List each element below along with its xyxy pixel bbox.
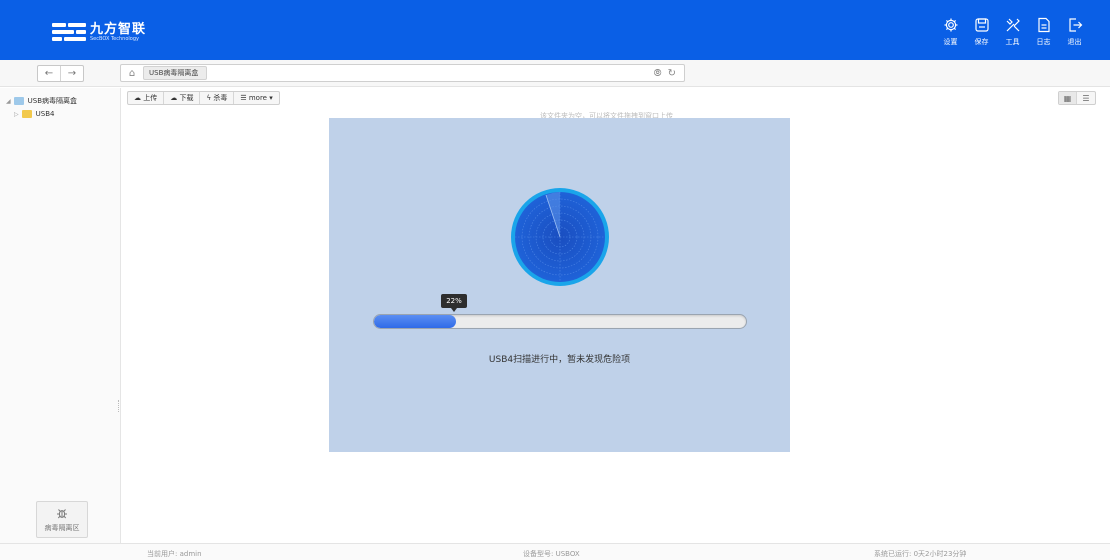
logo-mark-icon bbox=[52, 21, 86, 43]
device-model: 设备型号: USBOX bbox=[523, 550, 580, 558]
tree-item-root[interactable]: ◢ USB病毒隔离盒 bbox=[6, 96, 77, 106]
breadcrumb[interactable]: USB病毒隔离盒 bbox=[143, 66, 208, 80]
tree-item-usb4[interactable]: ▷ USB4 bbox=[14, 110, 54, 118]
tools-button[interactable]: 工具 bbox=[997, 17, 1028, 47]
logo: 九方智联 SecBOX Technology bbox=[52, 20, 162, 44]
address-row: ← → ⌂ USB病毒隔离盒 ⦾ ↻ bbox=[0, 60, 1110, 87]
scan-status-text: USB4扫描进行中，暂未发现危险项 bbox=[488, 355, 631, 365]
kill-label: 杀毒 bbox=[213, 94, 228, 102]
radar-scan-icon bbox=[511, 188, 609, 286]
bolt-icon: ϟ bbox=[206, 94, 212, 102]
tree-item-label: USB病毒隔离盒 bbox=[27, 97, 77, 105]
usb-box-icon bbox=[13, 97, 24, 105]
file-toolbar: ☁ 上传 ☁ 下载 ϟ 杀毒 ☰ more ▾ bbox=[127, 91, 280, 105]
tools-label: 工具 bbox=[1005, 38, 1020, 46]
save-icon bbox=[974, 18, 989, 32]
tree-item-label: USB4 bbox=[35, 110, 55, 118]
more-dropdown[interactable]: ☰ more ▾ bbox=[234, 92, 278, 104]
log-label: 日志 bbox=[1036, 38, 1051, 46]
expand-arrow-icon[interactable]: ▷ bbox=[14, 111, 19, 118]
current-user: 当前用户: admin bbox=[147, 550, 202, 558]
logo-subtext: SecBOX Technology bbox=[90, 35, 139, 42]
refresh-icon[interactable]: ↻ bbox=[668, 68, 676, 79]
sidebar-tree: ◢ USB病毒隔离盒 ▷ USB4 病毒隔离区 bbox=[0, 88, 121, 543]
top-header: 九方智联 SecBOX Technology 设置 保存 工具 日志 退出 bbox=[0, 0, 1110, 60]
back-button[interactable]: ← bbox=[38, 66, 61, 81]
grid-icon: ▦ bbox=[1063, 93, 1072, 103]
cloud-upload-icon: ☁ bbox=[134, 94, 141, 102]
collapse-arrow-icon[interactable]: ◢ bbox=[6, 98, 11, 105]
forward-button[interactable]: → bbox=[61, 66, 83, 81]
upload-button[interactable]: ☁ 上传 bbox=[128, 92, 165, 104]
bug-icon bbox=[57, 508, 67, 518]
log-icon bbox=[1037, 17, 1050, 33]
more-label: more bbox=[248, 94, 267, 102]
settings-button[interactable]: 设置 bbox=[935, 17, 966, 47]
arrow-right-icon: → bbox=[67, 68, 77, 79]
logout-icon bbox=[1068, 18, 1082, 32]
scan-overlay: 22% USB4扫描进行中，暂未发现危险项 bbox=[329, 118, 790, 452]
log-button[interactable]: 日志 bbox=[1028, 17, 1059, 47]
list-view-icon: ☰ bbox=[1082, 93, 1090, 103]
grid-view-button[interactable]: ▦ bbox=[1059, 92, 1077, 104]
sidebar-resize-handle[interactable] bbox=[118, 400, 120, 412]
upload-label: 上传 bbox=[143, 94, 158, 102]
download-label: 下载 bbox=[179, 94, 194, 102]
list-icon: ☰ bbox=[240, 94, 247, 102]
address-bar: ⌂ USB病毒隔离盒 ⦾ ↻ bbox=[120, 64, 685, 82]
history-buttons: ← → bbox=[37, 65, 84, 82]
save-button[interactable]: 保存 bbox=[966, 17, 997, 47]
uptime: 系统已运行: 0天2小时23分钟 bbox=[874, 550, 967, 558]
go-up-icon[interactable]: ⦾ bbox=[654, 68, 662, 79]
logout-label: 退出 bbox=[1067, 38, 1082, 46]
gear-icon bbox=[944, 18, 957, 32]
cloud-download-icon: ☁ bbox=[170, 94, 178, 102]
quarantine-label: 病毒隔离区 bbox=[44, 523, 80, 532]
quarantine-button[interactable]: 病毒隔离区 bbox=[36, 501, 88, 538]
logout-button[interactable]: 退出 bbox=[1059, 17, 1090, 47]
progress-tooltip: 22% bbox=[441, 294, 467, 312]
view-toggle: ▦ ☰ bbox=[1058, 91, 1096, 105]
list-view-button[interactable]: ☰ bbox=[1077, 92, 1095, 104]
caret-down-icon: ▾ bbox=[269, 94, 273, 102]
home-icon[interactable]: ⌂ bbox=[121, 68, 143, 79]
tools-icon bbox=[1006, 18, 1020, 32]
download-button[interactable]: ☁ 下载 bbox=[164, 92, 201, 104]
save-label: 保存 bbox=[974, 38, 989, 46]
kill-virus-button[interactable]: ϟ 杀毒 bbox=[200, 92, 235, 104]
settings-label: 设置 bbox=[943, 38, 958, 46]
scan-progress-bar bbox=[373, 314, 747, 329]
top-nav: 设置 保存 工具 日志 退出 bbox=[935, 17, 1090, 47]
logo-text: 九方智联 bbox=[90, 21, 147, 37]
folder-icon bbox=[21, 110, 32, 118]
arrow-left-icon: ← bbox=[44, 68, 54, 79]
scan-progress-fill bbox=[374, 315, 456, 328]
status-bar: 当前用户: admin 设备型号: USBOX 系统已运行: 0天2小时23分钟 bbox=[0, 543, 1110, 560]
